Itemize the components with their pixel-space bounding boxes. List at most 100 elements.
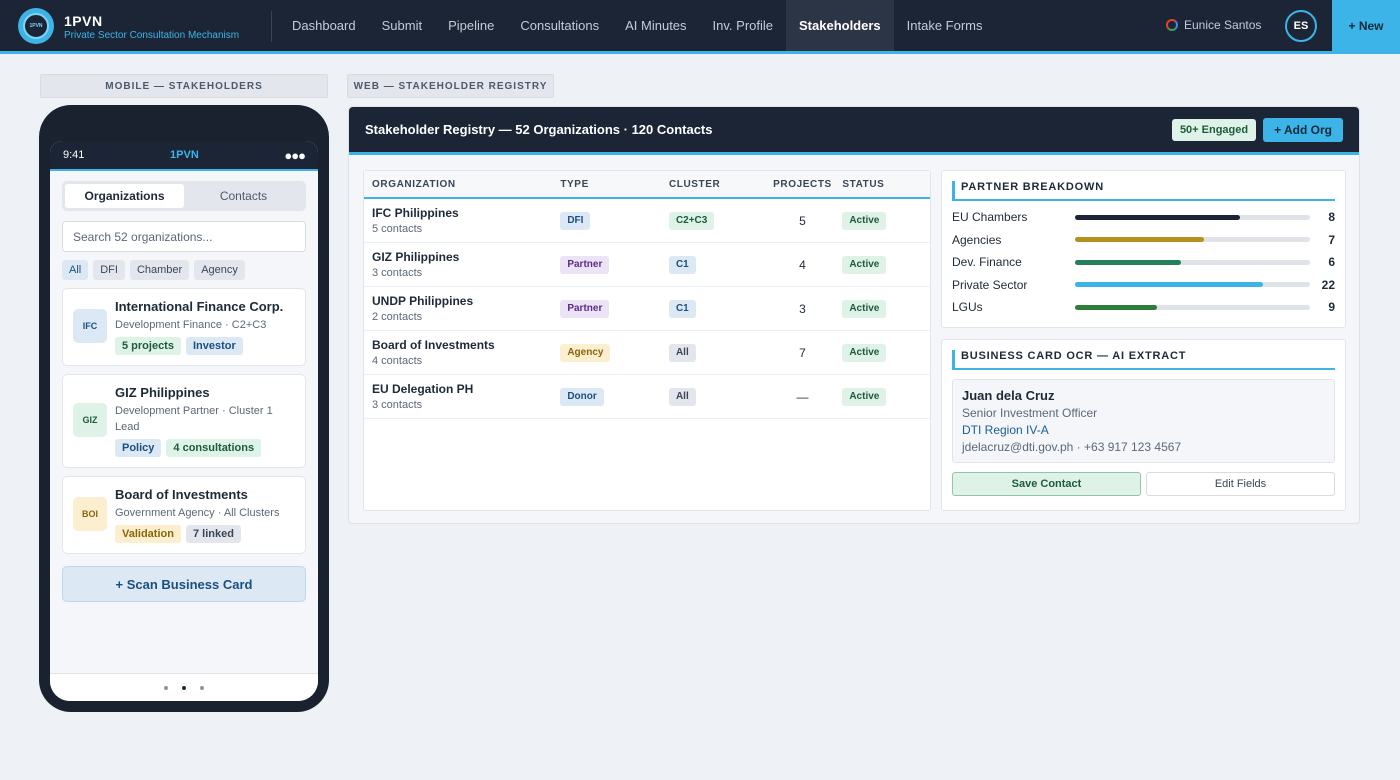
save-contact-button[interactable]: Save Contact bbox=[952, 472, 1141, 496]
add-org-button[interactable]: + Add Org bbox=[1263, 117, 1343, 142]
breakdown-value: 7 bbox=[1328, 232, 1335, 247]
search-input[interactable]: Search 52 organizations... bbox=[62, 221, 306, 252]
org-card[interactable]: BOI Board of Investments Government Agen… bbox=[62, 476, 306, 554]
breakdown-bar bbox=[1075, 237, 1205, 243]
contact-name: Juan dela Cruz bbox=[962, 388, 1055, 403]
filter-agency[interactable]: Agency bbox=[194, 260, 245, 280]
type-badge: Partner bbox=[560, 256, 610, 274]
org-card-subtitle: Development Finance · C2+C3 bbox=[115, 319, 267, 331]
ocr-extract: Juan dela Cruz Senior Investment Officer… bbox=[952, 379, 1335, 463]
org-tag: Policy bbox=[115, 439, 162, 457]
projects-count: 3 bbox=[799, 301, 806, 316]
breakdown-label: Private Sector bbox=[952, 277, 1028, 292]
logo-text: 1PVN bbox=[23, 13, 49, 39]
org-card-subtitle: Government Agency · All Clusters bbox=[115, 507, 280, 519]
phone-screen: 9:41 1PVN ●●● Organizations Contacts Sea… bbox=[50, 141, 318, 701]
contact-details: jdelacruz@dti.gov.ph · +63 917 123 4567 bbox=[962, 440, 1182, 454]
table-row[interactable]: Board of Investments 4 contacts Agency Al… bbox=[364, 331, 930, 375]
avatar[interactable]: ES bbox=[1285, 10, 1317, 42]
breakdown-track bbox=[1075, 237, 1310, 243]
filter-all[interactable]: All bbox=[62, 260, 89, 280]
breakdown-bar bbox=[1075, 214, 1240, 220]
cluster-badge: All bbox=[668, 344, 696, 362]
type-badge: Partner bbox=[560, 300, 610, 318]
engaged-badge: 50+ Engaged bbox=[1171, 118, 1257, 141]
status-badge: Active bbox=[842, 388, 887, 406]
status-badge: Active bbox=[842, 344, 887, 362]
org-name: GIZ Philippines bbox=[372, 250, 460, 264]
table-header: ORGANIZATION TYPE CLUSTER PROJECTS STATU… bbox=[364, 171, 930, 199]
scan-card-button[interactable]: + Scan Business Card bbox=[62, 566, 306, 602]
top-nav: 1PVN 1PVN Private Sector Consultation Me… bbox=[0, 0, 1400, 54]
breakdown-label: LGUs bbox=[952, 300, 983, 315]
breakdown-row: Agencies 7 bbox=[952, 229, 1335, 252]
nav-stakeholders[interactable]: Stakeholders bbox=[786, 0, 894, 51]
filter-chamber[interactable]: Chamber bbox=[129, 260, 190, 280]
col-organization[interactable]: ORGANIZATION bbox=[364, 179, 560, 190]
segment-control: Organizations Contacts bbox=[62, 181, 306, 211]
org-tag: Validation bbox=[115, 525, 181, 543]
ocr-title: BUSINESS CARD OCR — AI EXTRACT bbox=[952, 350, 1335, 370]
breakdown-track bbox=[1075, 304, 1310, 310]
nav-intake-forms[interactable]: Intake Forms bbox=[894, 0, 996, 51]
breakdown-track bbox=[1075, 282, 1310, 288]
status-badge: Active bbox=[842, 300, 887, 318]
col-type[interactable]: TYPE bbox=[560, 179, 669, 190]
org-card[interactable]: GIZ GIZ Philippines Development Partner … bbox=[62, 374, 306, 468]
google-icon bbox=[1166, 19, 1178, 31]
breakdown-row: Private Sector 22 bbox=[952, 274, 1335, 297]
nav-submit[interactable]: Submit bbox=[369, 0, 435, 51]
tab-organizations[interactable]: Organizations bbox=[65, 184, 184, 208]
cluster-badge: C1 bbox=[668, 256, 696, 274]
status-badge: Active bbox=[842, 256, 887, 274]
breakdown-bar bbox=[1075, 259, 1181, 265]
org-card-title: International Finance Corp. bbox=[115, 299, 284, 314]
status-bar: 9:41 1PVN ●●● bbox=[50, 141, 318, 171]
status-time: 9:41 bbox=[63, 149, 85, 161]
mobile-section-label: MOBILE — STAKEHOLDERS bbox=[40, 74, 328, 98]
col-status[interactable]: STATUS bbox=[842, 179, 930, 190]
nav-ai-minutes[interactable]: AI Minutes bbox=[612, 0, 699, 51]
nav-inv-profile[interactable]: Inv. Profile bbox=[700, 0, 786, 51]
breakdown-row: Dev. Finance 6 bbox=[952, 251, 1335, 274]
col-cluster[interactable]: CLUSTER bbox=[669, 179, 763, 190]
org-badge: GIZ bbox=[73, 403, 107, 437]
status-badge: Active bbox=[842, 212, 887, 230]
col-projects[interactable]: PROJECTS bbox=[763, 179, 843, 190]
nav-consultations[interactable]: Consultations bbox=[507, 0, 612, 51]
edit-fields-button[interactable]: Edit Fields bbox=[1146, 472, 1335, 496]
tab-contacts[interactable]: Contacts bbox=[184, 184, 303, 208]
org-contacts: 2 contacts bbox=[372, 311, 423, 323]
org-name: IFC Philippines bbox=[372, 206, 459, 220]
org-name: Board of Investments bbox=[372, 338, 495, 352]
nav-pipeline[interactable]: Pipeline bbox=[435, 0, 507, 51]
org-contacts: 3 contacts bbox=[372, 267, 423, 279]
org-card[interactable]: IFC International Finance Corp. Developm… bbox=[62, 288, 306, 366]
table-row[interactable]: IFC Philippines 5 contacts DFI C2+C3 5 Ac… bbox=[364, 199, 930, 243]
table-row[interactable]: EU Delegation PH 3 contacts Donor All — A… bbox=[364, 375, 930, 419]
projects-count: 4 bbox=[799, 257, 806, 272]
app-logo[interactable]: 1PVN bbox=[18, 8, 54, 44]
contact-org[interactable]: DTI Region IV-A bbox=[962, 423, 1325, 437]
breakdown-bars: EU Chambers 8 Agencies 7 Dev. Finance 6 Privat… bbox=[942, 206, 1345, 319]
breakdown-row: EU Chambers 8 bbox=[952, 206, 1335, 229]
org-card-title: GIZ Philippines bbox=[115, 385, 210, 400]
page-dot-active[interactable] bbox=[182, 685, 186, 690]
page-dot[interactable] bbox=[200, 685, 204, 690]
cluster-badge: C1 bbox=[668, 300, 696, 318]
org-tag: 4 consultations bbox=[166, 439, 262, 457]
projects-count: 5 bbox=[799, 213, 806, 228]
brand-name: 1PVN bbox=[64, 13, 103, 29]
filter-dfi[interactable]: DFI bbox=[93, 260, 125, 280]
nav-dashboard[interactable]: Dashboard bbox=[279, 0, 369, 51]
table-row[interactable]: GIZ Philippines 3 contacts Partner C1 4 A… bbox=[364, 243, 930, 287]
breakdown-label: Dev. Finance bbox=[952, 255, 1022, 270]
breakdown-track bbox=[1075, 214, 1310, 220]
breakdown-row: LGUs 9 bbox=[952, 296, 1335, 319]
new-button[interactable]: + New bbox=[1332, 0, 1400, 51]
ocr-card: BUSINESS CARD OCR — AI EXTRACT Juan dela… bbox=[941, 339, 1346, 511]
type-badge: Donor bbox=[560, 388, 604, 406]
user-account[interactable]: Eunice Santos bbox=[1166, 18, 1261, 32]
page-dot[interactable] bbox=[164, 685, 168, 690]
table-row[interactable]: UNDP Philippines 2 contacts Partner C1 3 … bbox=[364, 287, 930, 331]
